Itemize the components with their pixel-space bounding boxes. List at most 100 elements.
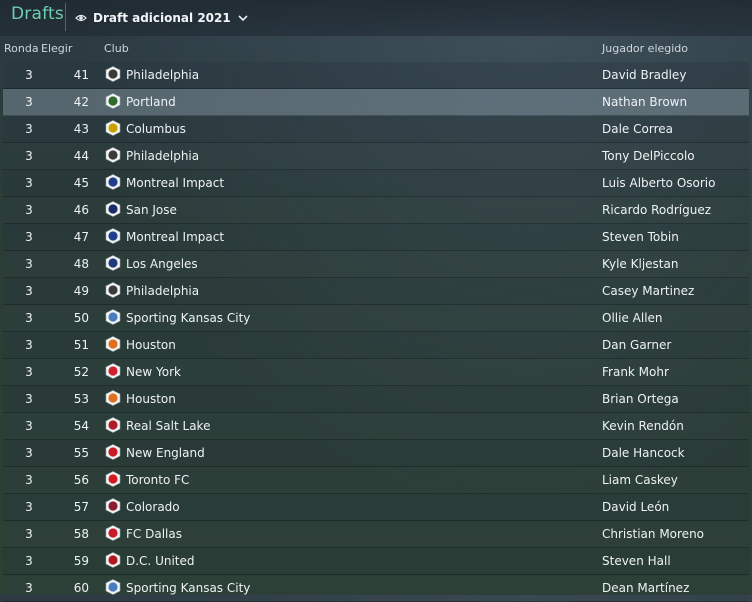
table-row[interactable]: 3 47 Montreal Impact Steven Tobin bbox=[3, 224, 749, 251]
player-link[interactable]: Ricardo Rodríguez bbox=[602, 203, 711, 217]
column-header-player[interactable]: Jugador elegido bbox=[602, 42, 688, 55]
round-cell: 3 bbox=[25, 554, 33, 568]
table-row[interactable]: 3 54 Real Salt Lake Kevin Rendón bbox=[3, 413, 749, 440]
table-row[interactable]: 3 56 Toronto FC Liam Caskey bbox=[3, 467, 749, 494]
club-badge-icon[interactable] bbox=[105, 282, 121, 298]
club-link[interactable]: Los Angeles bbox=[126, 257, 198, 271]
club-link[interactable]: Montreal Impact bbox=[126, 230, 224, 244]
table-row[interactable]: 3 58 FC Dallas Christian Moreno bbox=[3, 521, 749, 548]
club-badge-icon[interactable] bbox=[105, 525, 121, 541]
eye-icon bbox=[75, 14, 87, 22]
club-link[interactable]: Houston bbox=[126, 392, 176, 406]
club-link[interactable]: Philadelphia bbox=[126, 284, 199, 298]
column-header-round[interactable]: Ronda bbox=[4, 42, 39, 55]
club-badge-icon[interactable] bbox=[105, 444, 121, 460]
club-link[interactable]: FC Dallas bbox=[126, 527, 182, 541]
club-link[interactable]: Colorado bbox=[126, 500, 180, 514]
draft-picks-table: 3 41 Philadelphia David Bradley 3 42 Portland N… bbox=[3, 62, 749, 602]
table-row[interactable]: 3 48 Los Angeles Kyle Kljestan bbox=[3, 251, 749, 278]
player-link[interactable]: Brian Ortega bbox=[602, 392, 679, 406]
player-link[interactable]: David León bbox=[602, 500, 669, 514]
draft-selector-dropdown[interactable]: Draft adicional 2021 bbox=[75, 9, 249, 27]
club-badge-icon[interactable] bbox=[105, 552, 121, 568]
table-row[interactable]: 3 46 San Jose Ricardo Rodríguez bbox=[3, 197, 749, 224]
club-badge-icon[interactable] bbox=[105, 390, 121, 406]
column-header-club[interactable]: Club bbox=[104, 42, 129, 55]
club-link[interactable]: D.C. United bbox=[126, 554, 195, 568]
table-row[interactable]: 3 52 New York Frank Mohr bbox=[3, 359, 749, 386]
club-badge-icon[interactable] bbox=[105, 309, 121, 325]
table-row[interactable]: 3 43 Columbus Dale Correa bbox=[3, 116, 749, 143]
player-link[interactable]: David Bradley bbox=[602, 68, 686, 82]
pick-cell: 52 bbox=[73, 365, 89, 379]
club-badge-icon[interactable] bbox=[105, 93, 121, 109]
club-link[interactable]: Montreal Impact bbox=[126, 176, 224, 190]
table-row[interactable]: 3 42 Portland Nathan Brown bbox=[3, 89, 749, 116]
table-row[interactable]: 3 60 Sporting Kansas City Dean Martínez bbox=[3, 575, 749, 602]
club-badge-icon[interactable] bbox=[105, 174, 121, 190]
club-badge-icon[interactable] bbox=[105, 417, 121, 433]
club-link[interactable]: Sporting Kansas City bbox=[126, 581, 250, 595]
table-row[interactable]: 3 50 Sporting Kansas City Ollie Allen bbox=[3, 305, 749, 332]
round-cell: 3 bbox=[25, 473, 33, 487]
club-badge-icon[interactable] bbox=[105, 255, 121, 271]
player-link[interactable]: Tony DelPiccolo bbox=[602, 149, 695, 163]
player-link[interactable]: Kyle Kljestan bbox=[602, 257, 678, 271]
player-link[interactable]: Frank Mohr bbox=[602, 365, 669, 379]
club-badge-icon[interactable] bbox=[105, 228, 121, 244]
table-row[interactable]: 3 51 Houston Dan Garner bbox=[3, 332, 749, 359]
club-link[interactable]: Portland bbox=[126, 95, 176, 109]
player-link[interactable]: Nathan Brown bbox=[602, 95, 687, 109]
club-badge-icon[interactable] bbox=[105, 201, 121, 217]
title-divider bbox=[65, 3, 66, 31]
round-cell: 3 bbox=[25, 176, 33, 190]
club-badge-icon[interactable] bbox=[105, 363, 121, 379]
table-row[interactable]: 3 57 Colorado David León bbox=[3, 494, 749, 521]
club-link[interactable]: Philadelphia bbox=[126, 68, 199, 82]
club-badge-icon[interactable] bbox=[105, 147, 121, 163]
player-link[interactable]: Dan Garner bbox=[602, 338, 671, 352]
table-row[interactable]: 3 53 Houston Brian Ortega bbox=[3, 386, 749, 413]
player-link[interactable]: Steven Hall bbox=[602, 554, 671, 568]
club-badge-icon[interactable] bbox=[105, 66, 121, 82]
club-link[interactable]: Columbus bbox=[126, 122, 186, 136]
table-row[interactable]: 3 44 Philadelphia Tony DelPiccolo bbox=[3, 143, 749, 170]
player-link[interactable]: Liam Caskey bbox=[602, 473, 678, 487]
club-link[interactable]: New England bbox=[126, 446, 205, 460]
club-badge-icon[interactable] bbox=[105, 579, 121, 595]
club-badge-icon[interactable] bbox=[105, 498, 121, 514]
pick-cell: 48 bbox=[73, 257, 89, 271]
club-link[interactable]: Houston bbox=[126, 338, 176, 352]
player-link[interactable]: Dale Hancock bbox=[602, 446, 685, 460]
club-link[interactable]: New York bbox=[126, 365, 181, 379]
club-badge-icon[interactable] bbox=[105, 471, 121, 487]
table-row[interactable]: 3 45 Montreal Impact Luis Alberto Osorio bbox=[3, 170, 749, 197]
player-link[interactable]: Dean Martínez bbox=[602, 581, 689, 595]
club-link[interactable]: Sporting Kansas City bbox=[126, 311, 250, 325]
column-header-pick[interactable]: Elegir bbox=[41, 42, 72, 55]
player-link[interactable]: Casey Martinez bbox=[602, 284, 694, 298]
player-link[interactable]: Ollie Allen bbox=[602, 311, 663, 325]
club-link[interactable]: Real Salt Lake bbox=[126, 419, 210, 433]
club-link[interactable]: San Jose bbox=[126, 203, 177, 217]
player-link[interactable]: Steven Tobin bbox=[602, 230, 679, 244]
chevron-down-icon bbox=[238, 15, 248, 22]
round-cell: 3 bbox=[25, 338, 33, 352]
club-badge-icon[interactable] bbox=[105, 120, 121, 136]
player-link[interactable]: Luis Alberto Osorio bbox=[602, 176, 715, 190]
player-link[interactable]: Christian Moreno bbox=[602, 527, 704, 541]
player-link[interactable]: Dale Correa bbox=[602, 122, 673, 136]
pick-cell: 45 bbox=[73, 176, 89, 190]
pick-cell: 47 bbox=[73, 230, 89, 244]
draft-selector-label: Draft adicional 2021 bbox=[93, 11, 231, 25]
table-row[interactable]: 3 41 Philadelphia David Bradley bbox=[3, 62, 749, 89]
table-row[interactable]: 3 55 New England Dale Hancock bbox=[3, 440, 749, 467]
pick-cell: 59 bbox=[73, 554, 89, 568]
table-row[interactable]: 3 49 Philadelphia Casey Martinez bbox=[3, 278, 749, 305]
table-row[interactable]: 3 59 D.C. United Steven Hall bbox=[3, 548, 749, 575]
round-cell: 3 bbox=[25, 230, 33, 244]
club-badge-icon[interactable] bbox=[105, 336, 121, 352]
player-link[interactable]: Kevin Rendón bbox=[602, 419, 684, 433]
club-link[interactable]: Philadelphia bbox=[126, 149, 199, 163]
club-link[interactable]: Toronto FC bbox=[126, 473, 189, 487]
